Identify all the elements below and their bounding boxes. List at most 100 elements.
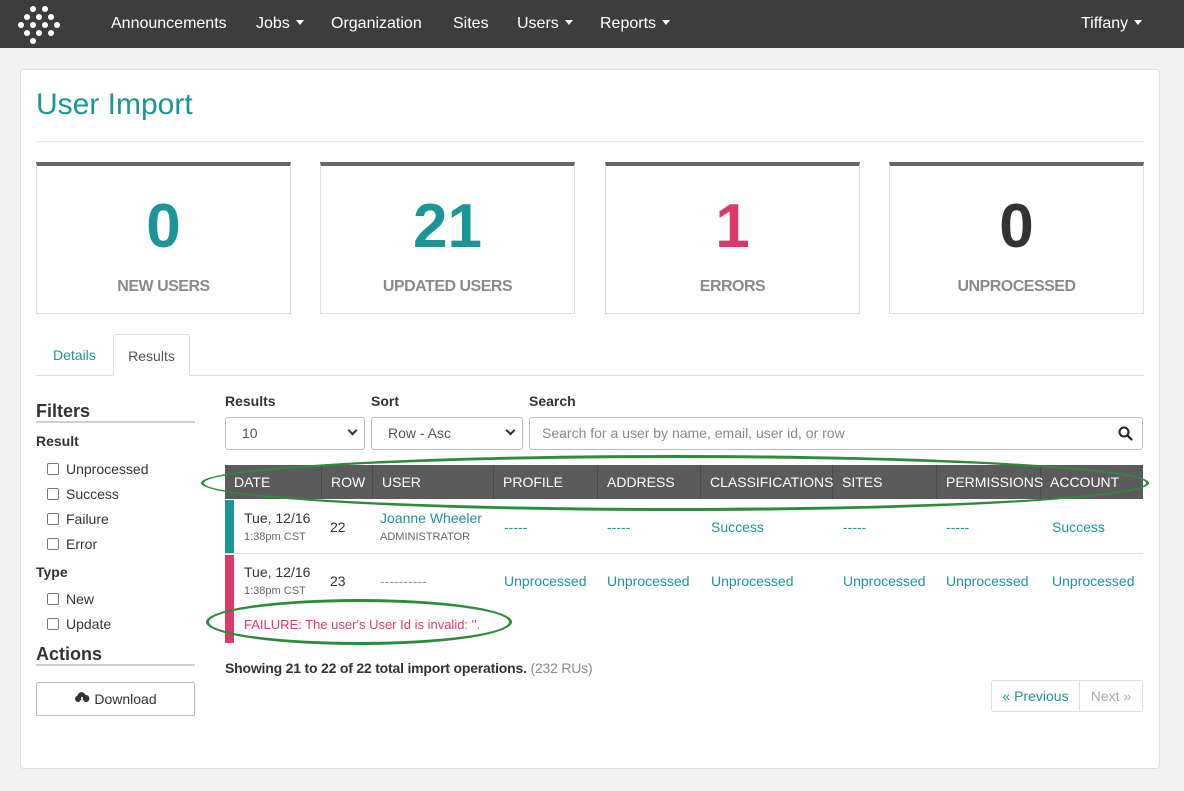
- tab-details[interactable]: Details: [37, 334, 112, 376]
- stat-label: UPDATED USERS: [382, 278, 513, 295]
- col-profile[interactable]: PROFILE: [494, 465, 598, 499]
- main-panel: User Import 0 NEW USERS 21 UPDATED USERS…: [20, 69, 1160, 769]
- logo-icon[interactable]: [18, 4, 62, 48]
- table-row: Tue, 12/16 1:38pm CST 22 Joanne Wheeler …: [225, 500, 1143, 554]
- stat-value: 0: [146, 192, 181, 261]
- col-permissions[interactable]: PERMISSIONS: [937, 465, 1043, 499]
- filter-error[interactable]: Error: [47, 534, 97, 554]
- nav-sites[interactable]: Sites: [453, 0, 489, 48]
- stat-label: UNPROCESSED: [957, 278, 1076, 295]
- tabs-divider: [36, 375, 1144, 376]
- col-user[interactable]: USER: [373, 465, 494, 499]
- stat-value: 1: [715, 192, 750, 261]
- sort-select[interactable]: Row - Asc: [371, 417, 523, 450]
- actions-heading: Actions: [36, 644, 103, 664]
- checkbox[interactable]: [47, 538, 59, 550]
- stat-value: 21: [413, 192, 482, 261]
- stat-label: ERRORS: [699, 278, 766, 295]
- tab-results[interactable]: Results: [113, 334, 190, 376]
- chevron-down-icon: [505, 425, 516, 436]
- chevron-down-icon: [347, 425, 358, 436]
- caret-down-icon: [1134, 20, 1143, 26]
- divider: [36, 421, 195, 423]
- checkbox[interactable]: [47, 463, 59, 475]
- search-input[interactable]: Search for a user by name, email, user i…: [529, 417, 1143, 450]
- filter-failure[interactable]: Failure: [47, 509, 109, 529]
- user-name-link[interactable]: Joanne Wheeler: [380, 510, 482, 526]
- stat-value: 0: [999, 192, 1034, 261]
- caret-down-icon: [662, 20, 671, 26]
- ru-count: (232 RUs): [530, 660, 593, 676]
- col-row[interactable]: ROW: [322, 465, 373, 499]
- col-classifications[interactable]: CLASSIFICATIONS: [701, 465, 833, 499]
- download-button[interactable]: Download: [36, 682, 195, 716]
- user-role: ADMINISTRATOR: [380, 531, 471, 543]
- profile-status[interactable]: -----: [504, 519, 527, 535]
- row-number: 23: [330, 573, 346, 589]
- filter-update[interactable]: Update: [47, 614, 111, 634]
- caret-down-icon: [564, 20, 573, 26]
- result-heading: Result: [36, 433, 79, 449]
- nav-users[interactable]: Users: [517, 0, 573, 48]
- row-date: Tue, 12/16: [244, 564, 311, 580]
- row-date: Tue, 12/16: [244, 510, 311, 526]
- filter-new[interactable]: New: [47, 589, 94, 609]
- type-heading: Type: [36, 564, 68, 580]
- divider: [36, 664, 195, 666]
- status-bar: [225, 555, 234, 643]
- row-time: 1:38pm CST: [244, 531, 306, 543]
- classifications-status[interactable]: Unprocessed: [711, 573, 794, 589]
- results-per-page-select[interactable]: 10: [225, 417, 365, 450]
- col-sites[interactable]: SITES: [833, 465, 937, 499]
- filter-success[interactable]: Success: [47, 484, 119, 504]
- stat-errors: 1 ERRORS: [605, 162, 860, 314]
- permissions-status[interactable]: -----: [946, 519, 969, 535]
- row-time: 1:38pm CST: [244, 585, 306, 597]
- previous-page-button[interactable]: « Previous: [991, 680, 1080, 712]
- checkbox[interactable]: [47, 488, 59, 500]
- user-name-empty: ----------: [380, 573, 427, 589]
- filter-unprocessed[interactable]: Unprocessed: [47, 459, 149, 479]
- checkbox[interactable]: [47, 513, 59, 525]
- search-label: Search: [529, 393, 576, 409]
- stat-label: NEW USERS: [117, 278, 210, 295]
- results-table-header: DATE ROW USER PROFILE ADDRESS CLASSIFICA…: [225, 465, 1143, 499]
- account-status[interactable]: Unprocessed: [1052, 573, 1135, 589]
- nav-announcements[interactable]: Announcements: [111, 0, 227, 48]
- sites-status[interactable]: Unprocessed: [843, 573, 926, 589]
- caret-down-icon: [295, 20, 304, 26]
- user-menu[interactable]: Tiffany: [1081, 0, 1143, 48]
- checkbox[interactable]: [47, 618, 59, 630]
- permissions-status[interactable]: Unprocessed: [946, 573, 1029, 589]
- next-page-button[interactable]: Next »: [1079, 680, 1143, 712]
- col-date[interactable]: DATE: [225, 465, 322, 499]
- stat-updated-users: 21 UPDATED USERS: [320, 162, 575, 314]
- table-row: Tue, 12/16 1:38pm CST 23 ---------- Unpr…: [225, 555, 1143, 643]
- address-status[interactable]: Unprocessed: [607, 573, 690, 589]
- cloud-download-icon: [74, 685, 90, 717]
- classifications-status[interactable]: Success: [711, 519, 764, 535]
- col-account[interactable]: ACCOUNT: [1041, 465, 1143, 499]
- search-icon[interactable]: [1118, 426, 1133, 444]
- top-navbar: Announcements Jobs Organization Sites Us…: [0, 0, 1184, 48]
- failure-message: FAILURE: The user's User Id is invalid: …: [244, 617, 481, 632]
- sort-label: Sort: [371, 393, 399, 409]
- profile-status[interactable]: Unprocessed: [504, 573, 587, 589]
- filters-heading: Filters: [36, 401, 91, 421]
- search-placeholder: Search for a user by name, email, user i…: [542, 425, 845, 441]
- results-summary: Showing 21 to 22 of 22 total import oper…: [225, 660, 593, 676]
- account-status[interactable]: Success: [1052, 519, 1105, 535]
- stat-new-users: 0 NEW USERS: [36, 162, 291, 314]
- row-number: 22: [330, 519, 346, 535]
- nav-reports[interactable]: Reports: [600, 0, 671, 48]
- divider: [36, 141, 1144, 142]
- page-title: User Import: [36, 88, 193, 121]
- status-bar: [225, 500, 234, 553]
- nav-jobs[interactable]: Jobs: [256, 0, 304, 48]
- stat-unprocessed: 0 UNPROCESSED: [889, 162, 1144, 314]
- sites-status[interactable]: -----: [843, 519, 866, 535]
- col-address[interactable]: ADDRESS: [598, 465, 701, 499]
- address-status[interactable]: -----: [607, 519, 630, 535]
- nav-organization[interactable]: Organization: [331, 0, 422, 48]
- checkbox[interactable]: [47, 593, 59, 605]
